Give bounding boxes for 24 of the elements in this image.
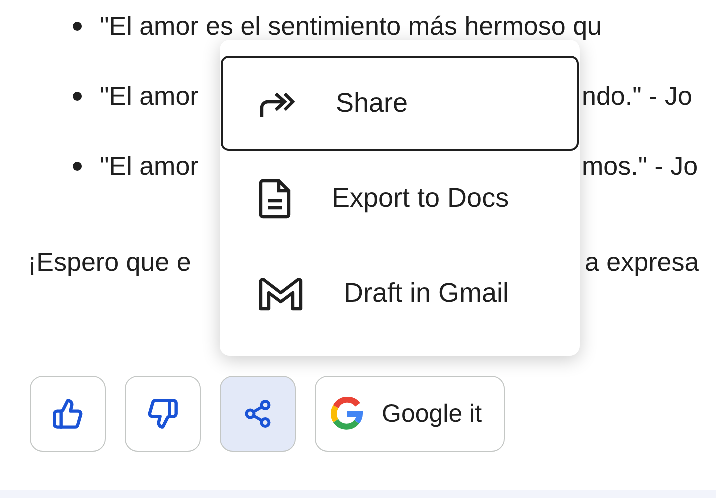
paragraph-text: ¡Espero que e — [28, 246, 192, 278]
quote-text: "El amor — [100, 150, 199, 182]
forward-arrow-icon — [259, 90, 295, 116]
menu-item[interactable]: Export to Docs — [221, 151, 579, 246]
bullet-dot — [73, 22, 82, 30]
google-logo-icon — [330, 397, 364, 431]
quote-text: mos." - Jo — [582, 150, 698, 182]
google-it-button[interactable]: Google it — [315, 376, 506, 452]
document-icon — [259, 178, 291, 218]
quote-text: "El amor es el sentimiento más hermoso qu — [100, 10, 602, 42]
mail-icon — [259, 276, 303, 310]
thumbs-down-icon — [147, 398, 179, 430]
quote-text: ndo." - Jo — [582, 80, 692, 112]
like-button[interactable] — [30, 376, 106, 452]
share-button[interactable] — [220, 376, 296, 452]
menu-item[interactable]: Share — [221, 56, 579, 151]
bullet-dot — [73, 162, 82, 170]
bullet-dot — [73, 92, 82, 100]
dislike-button[interactable] — [125, 376, 201, 452]
thumbs-up-icon — [52, 398, 84, 430]
menu-item[interactable]: Draft in Gmail — [221, 246, 579, 341]
quote-text: "El amor — [100, 80, 199, 112]
paragraph-text: a expresa — [585, 246, 700, 278]
share-icon — [243, 399, 273, 429]
